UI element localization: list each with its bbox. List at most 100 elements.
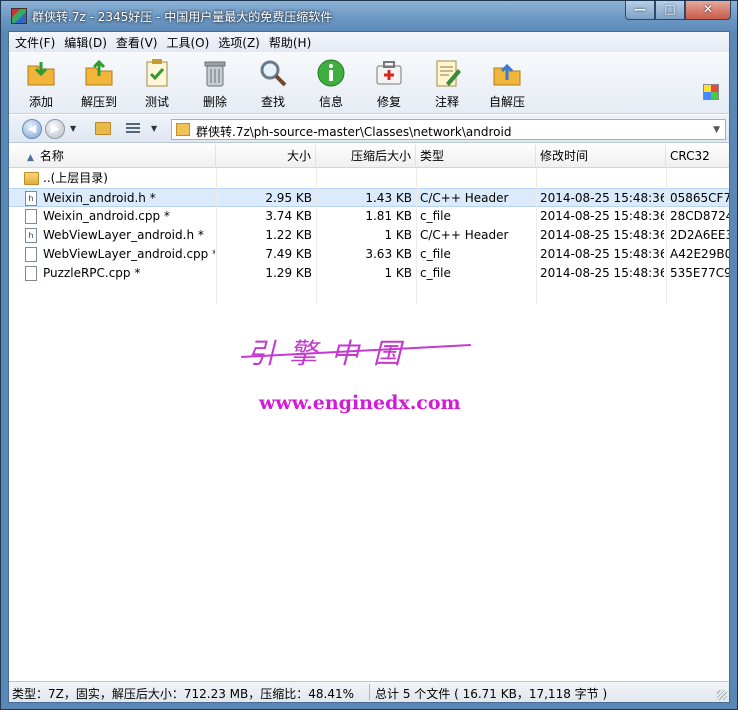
column-packed-size[interactable]: 压缩后大小	[316, 145, 416, 168]
file-packed-size: 1.43 KB	[365, 191, 412, 205]
view-dropdown-icon[interactable]: ▼	[151, 124, 157, 133]
extract-button[interactable]: 解压到	[73, 56, 125, 110]
file-total-status: 总计 5 个文件 ( 16.71 KB，17,118 字节 )	[375, 687, 608, 701]
view-mode-icon[interactable]	[126, 123, 140, 135]
delete-button[interactable]: 删除	[189, 56, 241, 110]
close-button[interactable]: ✕	[685, 1, 731, 20]
file-packed-size: 1.81 KB	[365, 209, 412, 223]
file-name: Weixin_android.h *	[43, 191, 156, 205]
column-name[interactable]: ▲ 名称	[9, 145, 216, 168]
skin-color-icon[interactable]	[703, 84, 719, 100]
watermark-url: www.enginedx.com	[259, 392, 461, 414]
cpp-file-icon	[25, 266, 37, 281]
test-button[interactable]: 测试	[131, 56, 183, 110]
file-row[interactable]: h WebViewLayer_android.h * 1.22 KB 1 KB …	[9, 226, 729, 245]
file-list: ..(上层目录) h Weixin_android.h * 2.95 KB 1.…	[9, 169, 729, 681]
header-file-icon: h	[25, 228, 37, 243]
menu-file[interactable]: 文件(F)	[15, 34, 55, 51]
file-size: 7.49 KB	[265, 247, 312, 261]
column-name-label: 名称	[39, 149, 64, 163]
file-type: c_file	[420, 266, 451, 280]
history-dropdown-icon[interactable]: ▼	[70, 124, 76, 133]
file-row[interactable]: PuzzleRPC.cpp * 1.29 KB 1 KB c_file 2014…	[9, 264, 729, 283]
file-packed-size: 1 KB	[384, 266, 412, 280]
file-row[interactable]: Weixin_android.cpp * 3.74 KB 1.81 KB c_f…	[9, 207, 729, 226]
resize-grip-icon[interactable]	[717, 690, 727, 700]
column-type[interactable]: 类型	[416, 145, 536, 168]
file-size: 3.74 KB	[265, 209, 312, 223]
forward-arrow-icon[interactable]: ▶	[45, 119, 65, 139]
menu-bar: 文件(F) 编辑(D) 查看(V) 工具(O) 选项(Z) 帮助(H)	[9, 32, 729, 52]
maximize-button[interactable]: □	[655, 1, 685, 20]
file-size: 1.29 KB	[265, 266, 312, 280]
self-extract-icon	[493, 63, 521, 86]
file-crc32: 05865CF7	[670, 191, 729, 205]
comment-label: 注释	[434, 95, 459, 109]
file-crc32: A42E29B0	[670, 247, 729, 261]
address-bar: ◀ ▶ ▼ ▼ 群侠转.7z\ph-source-master\Classes\…	[9, 115, 729, 143]
file-modified: 2014-08-25 15:48:36	[540, 209, 664, 223]
repair-label: 修复	[376, 95, 401, 109]
column-divider	[536, 169, 537, 304]
archive-app-icon[interactable]	[11, 8, 27, 24]
menu-options[interactable]: 选项(Z)	[218, 34, 260, 51]
file-row[interactable]: WebViewLayer_android.cpp * 7.49 KB 3.63 …	[9, 245, 729, 264]
delete-label: 删除	[202, 95, 227, 109]
self-extract-button[interactable]: 自解压	[481, 56, 533, 110]
cpp-file-icon	[25, 209, 37, 224]
column-divider	[666, 169, 667, 304]
file-list-header: ▲ 名称 大小 压缩后大小 类型 修改时间 CRC32	[9, 145, 729, 168]
column-modified[interactable]: 修改时间	[536, 145, 666, 168]
self-extract-label: 自解压	[488, 95, 525, 109]
folder-icon	[176, 123, 190, 136]
minimize-button[interactable]: —	[625, 1, 655, 20]
file-type: C/C++ Header	[420, 228, 509, 242]
column-crc32[interactable]: CRC32	[666, 145, 729, 168]
file-crc32: 535E77C9	[670, 266, 729, 280]
file-crc32: 28CD8724	[670, 209, 729, 223]
file-row[interactable]: h Weixin_android.h * 2.95 KB 1.43 KB C/C…	[9, 188, 729, 207]
comment-button[interactable]: 注释	[421, 56, 473, 110]
file-modified: 2014-08-25 15:48:36	[540, 191, 664, 205]
repair-button[interactable]: 修复	[363, 56, 415, 110]
app-window: 群侠转.7z - 2345好压 - 中国用户量最大的免费压缩软件 — □ ✕ 文…	[0, 0, 738, 710]
column-divider	[316, 169, 317, 304]
path-text: 群侠转.7z\ph-source-master\Classes\network\…	[196, 125, 512, 139]
client-area: 文件(F) 编辑(D) 查看(V) 工具(O) 选项(Z) 帮助(H) 添加 解…	[8, 31, 730, 703]
header-file-icon: h	[25, 191, 37, 206]
column-divider	[416, 169, 417, 304]
status-divider	[369, 684, 370, 700]
test-label: 测试	[144, 95, 169, 109]
info-button[interactable]: 信息	[305, 56, 357, 110]
path-dropdown-icon[interactable]: ▼	[713, 125, 720, 135]
title-bar[interactable]: 群侠转.7z - 2345好压 - 中国用户量最大的免费压缩软件 — □ ✕	[1, 1, 737, 31]
menu-tools[interactable]: 工具(O)	[166, 34, 209, 51]
cpp-file-icon	[25, 247, 37, 262]
back-arrow-icon[interactable]: ◀	[22, 119, 42, 139]
folder-icon	[24, 172, 39, 185]
menu-view[interactable]: 查看(V)	[116, 34, 158, 51]
path-input[interactable]: 群侠转.7z\ph-source-master\Classes\network\…	[171, 119, 726, 140]
file-modified: 2014-08-25 15:48:36	[540, 228, 664, 242]
comment-icon	[436, 60, 461, 87]
up-folder-icon[interactable]	[95, 122, 111, 135]
file-size: 2.95 KB	[265, 191, 312, 205]
menu-edit[interactable]: 编辑(D)	[64, 34, 107, 51]
add-button[interactable]: 添加	[15, 56, 67, 110]
file-size: 1.22 KB	[265, 228, 312, 242]
extract-label: 解压到	[80, 95, 117, 109]
archive-info-status: 类型：7Z，固实，解压后大小：712.23 MB，压缩比：48.41%	[12, 687, 355, 701]
delete-icon	[204, 61, 226, 87]
info-label: 信息	[318, 95, 343, 109]
search-icon	[260, 60, 287, 87]
file-modified: 2014-08-25 15:48:36	[540, 266, 664, 280]
find-label: 查找	[260, 95, 285, 109]
menu-help[interactable]: 帮助(H)	[269, 34, 311, 51]
add-label: 添加	[28, 95, 53, 109]
window-title: 群侠转.7z - 2345好压 - 中国用户量最大的免费压缩软件	[32, 10, 333, 24]
find-button[interactable]: 查找	[247, 56, 299, 110]
file-packed-size: 1 KB	[384, 228, 412, 242]
column-size[interactable]: 大小	[216, 145, 316, 168]
file-name: WebViewLayer_android.h *	[43, 228, 204, 242]
parent-directory-row[interactable]: ..(上层目录)	[9, 169, 729, 188]
